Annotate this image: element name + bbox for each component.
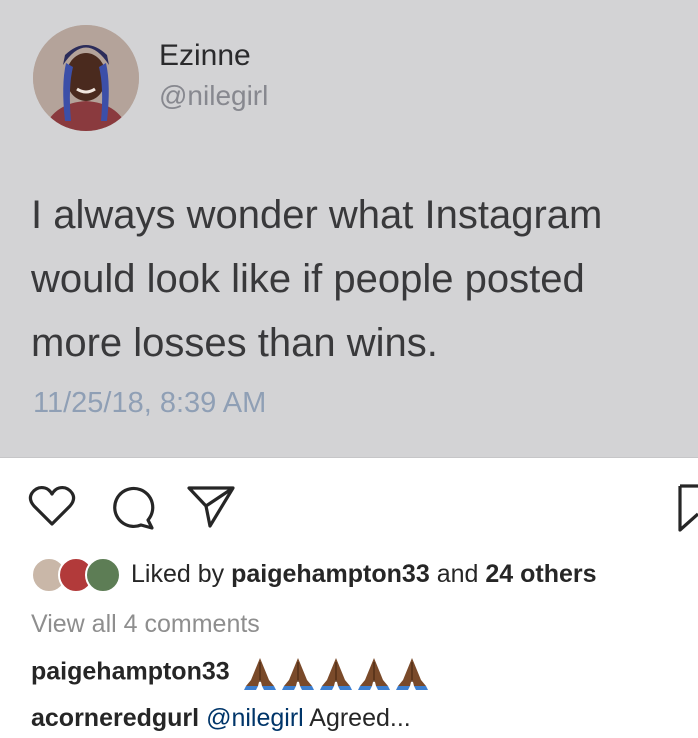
liked-by-user[interactable]: paigehampton33 xyxy=(231,560,430,588)
heart-icon[interactable] xyxy=(28,484,76,528)
handle: @nilegirl xyxy=(159,80,269,111)
avatar[interactable] xyxy=(85,557,121,593)
view-all-comments-link[interactable]: View all 4 comments xyxy=(31,610,260,639)
comment-username[interactable]: paigehampton33 xyxy=(31,658,230,686)
comment-mention[interactable]: @nilegirl xyxy=(206,704,304,732)
tweet-text: I always wonder what Instagram would loo… xyxy=(31,193,603,365)
comment-text: Agreed... xyxy=(309,704,411,732)
avatar[interactable] xyxy=(33,25,139,131)
comment: acorneredgurl @nilegirl Agreed... xyxy=(31,704,411,733)
liked-by-others[interactable]: 24 others xyxy=(485,560,596,588)
liked-by-row: Liked by paigehampton33 and 24 others xyxy=(0,555,698,595)
comment-icon[interactable] xyxy=(108,484,156,530)
display-name: Ezinne xyxy=(159,39,251,72)
praying-hands-icon xyxy=(243,657,429,690)
liked-by-text[interactable]: Liked by paigehampton33 and 24 others xyxy=(131,560,597,589)
comment: paigehampton33 xyxy=(31,656,433,690)
tweet-timestamp: 11/25/18, 8:39 AM xyxy=(33,387,267,419)
action-bar xyxy=(0,480,698,532)
share-icon[interactable] xyxy=(186,484,236,530)
tweet-screenshot: Ezinne @nilegirl I always wonder what In… xyxy=(0,0,698,458)
bookmark-icon[interactable] xyxy=(676,484,698,532)
liker-avatars xyxy=(31,557,126,593)
comment-username[interactable]: acorneredgurl xyxy=(31,704,199,732)
